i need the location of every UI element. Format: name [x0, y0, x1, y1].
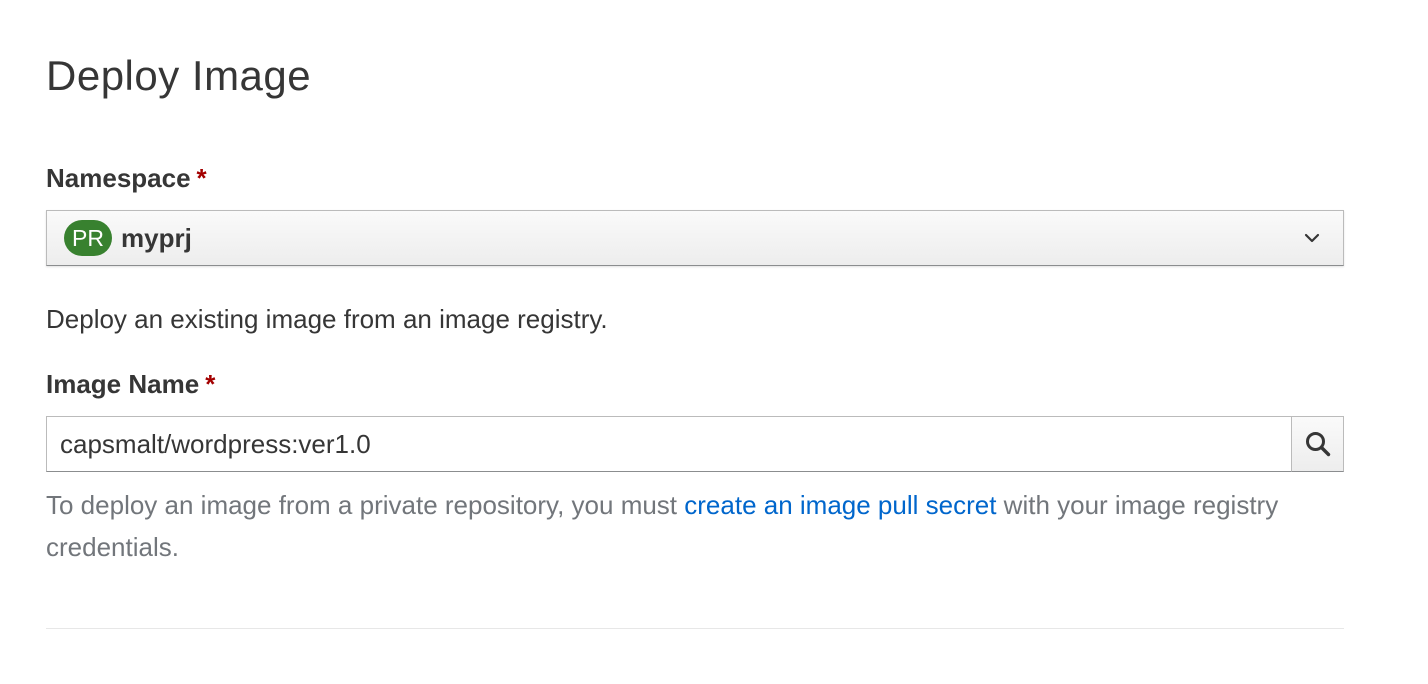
required-indicator: * [205, 369, 216, 399]
create-pull-secret-link[interactable]: create an image pull secret [684, 490, 996, 520]
deploy-image-page: Deploy Image Namespace * PR myprj Deploy … [0, 0, 1428, 684]
namespace-dropdown[interactable]: PR myprj [46, 210, 1344, 266]
search-icon [1305, 432, 1330, 457]
deploy-description: Deploy an existing image from an image r… [46, 304, 608, 334]
namespace-badge: PR [64, 220, 112, 256]
namespace-selected-value: myprj [121, 223, 192, 253]
search-button[interactable] [1291, 416, 1344, 472]
chevron-down-icon [1304, 233, 1320, 243]
image-name-input[interactable] [46, 416, 1291, 472]
private-repo-note: To deploy an image from a private reposi… [46, 484, 1336, 568]
namespace-label: Namespace * [46, 162, 207, 194]
note-prefix: To deploy an image from a private reposi… [46, 490, 685, 520]
namespace-label-text: Namespace [46, 163, 191, 193]
required-indicator: * [196, 163, 207, 193]
image-name-input-group [46, 416, 1344, 472]
image-name-label-text: Image Name [46, 369, 200, 399]
divider [46, 628, 1344, 629]
image-name-label: Image Name * [46, 368, 215, 400]
page-title: Deploy Image [46, 52, 312, 99]
